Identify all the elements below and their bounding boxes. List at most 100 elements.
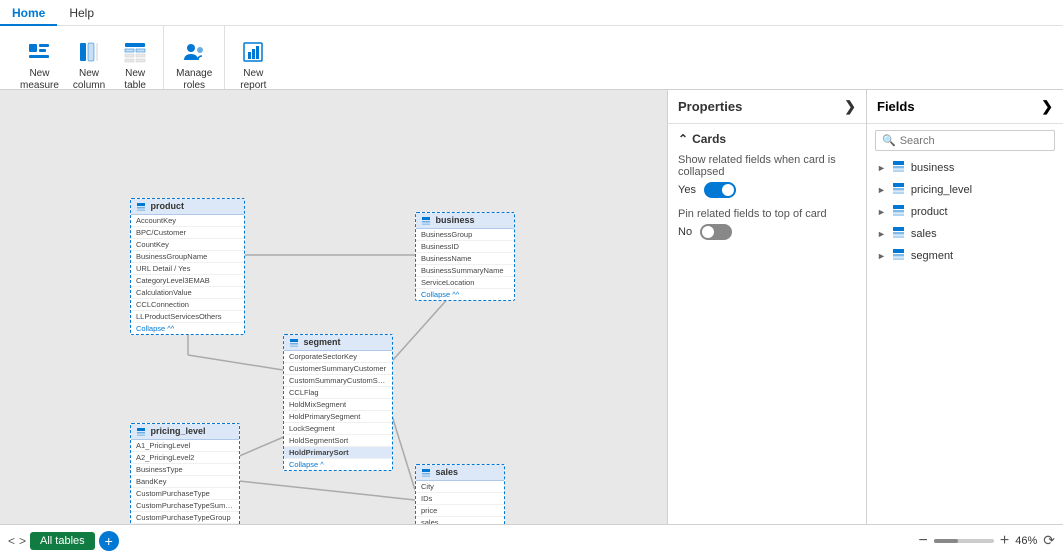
nav-tab-row: Home Help <box>0 0 1063 26</box>
tab-home[interactable]: Home <box>0 0 57 26</box>
table-row: CustomPurchaseTypeGroup <box>131 512 239 524</box>
field-item-business[interactable]: ► business <box>867 157 1063 179</box>
add-tab-button[interactable]: + <box>99 531 119 551</box>
table-row: BPC/Customer <box>131 227 244 239</box>
field-name-product: product <box>911 206 948 218</box>
field-item-product[interactable]: ► product <box>867 201 1063 223</box>
table-type-icon <box>892 226 905 242</box>
manage-roles-label: Manage roles <box>176 68 212 92</box>
table-row: CustomPurchaseTypeSummaryX <box>131 500 239 512</box>
canvas-area[interactable]: product AccountKey BPC/Customer CountKey… <box>0 90 667 524</box>
new-table-button[interactable]: New table <box>113 34 157 96</box>
table-row: price <box>416 505 504 517</box>
field-item-pricing-level[interactable]: ► pricing_level <box>867 179 1063 201</box>
new-column-label: New column <box>73 68 105 92</box>
search-icon: 🔍 <box>882 134 896 147</box>
table-row: City <box>416 481 504 493</box>
table-segment[interactable]: segment CorporateSectorKey CustomerSumma… <box>283 334 393 471</box>
table-pricing-level[interactable]: pricing_level A1_PricingLevel A2_Pricing… <box>130 423 240 524</box>
new-column-button[interactable]: New column <box>67 34 111 96</box>
zoom-reset-btn[interactable]: ⟳ <box>1043 532 1055 549</box>
manage-roles-button[interactable]: Manage roles <box>170 34 218 96</box>
toggle-no-label: No <box>678 226 692 238</box>
field-item-sales[interactable]: ► sales <box>867 223 1063 245</box>
table-row: LockSegment <box>284 423 392 435</box>
zoom-plus-btn[interactable]: + <box>1000 532 1009 550</box>
properties-section-title: ⌃ Cards <box>678 132 856 146</box>
table-row: BusinessGroupName <box>131 251 244 263</box>
table-row: CustomSummaryCustomSegment <box>284 375 392 387</box>
table-business[interactable]: business BusinessGroup BusinessID Busine… <box>415 212 515 301</box>
zoom-controls: − + 46% ⟳ <box>919 532 1055 550</box>
toolbar-reporting-section: New report Reporting <box>225 26 281 89</box>
all-tables-tab[interactable]: All tables <box>30 532 95 550</box>
table-row: ServiceLocation <box>416 277 514 289</box>
main-area: product AccountKey BPC/Customer CountKey… <box>0 90 1063 524</box>
table-product-footer[interactable]: Collapse ^^ <box>131 323 244 334</box>
cards-chevron-icon[interactable]: ⌃ <box>678 132 688 146</box>
table-row: HoldSegmentSort <box>284 435 392 447</box>
properties-panel-header: Properties ❯ <box>668 90 866 124</box>
new-report-button[interactable]: New report <box>231 34 275 96</box>
table-segment-footer[interactable]: Collapse ^ <box>284 459 392 470</box>
fields-search-box[interactable]: 🔍 <box>875 130 1055 151</box>
table-row: CustomPurchaseType <box>131 488 239 500</box>
search-input[interactable] <box>900 135 1048 147</box>
table-business-footer[interactable]: Collapse ^^ <box>416 289 514 300</box>
zoom-slider[interactable] <box>934 539 994 543</box>
calculations-group: New measure New column New table <box>14 34 157 96</box>
table-row: IDs <box>416 493 504 505</box>
table-sales[interactable]: sales City IDs price sales time Collapse… <box>415 464 505 524</box>
measure-icon <box>25 38 53 66</box>
table-row: CorporateSectorKey <box>284 351 392 363</box>
toggle-show-related-row: Yes <box>678 182 856 198</box>
table-icon <box>121 38 149 66</box>
toggle-show-related[interactable] <box>704 182 736 198</box>
table-segment-header: segment <box>284 335 392 351</box>
table-row: A2_PricingLevel2 <box>131 452 239 464</box>
field-name-business: business <box>911 162 954 174</box>
toggle-yes-label: Yes <box>678 184 696 196</box>
new-measure-button[interactable]: New measure <box>14 34 65 96</box>
zoom-percent-label: 46% <box>1015 535 1037 547</box>
table-row: CCLConnection <box>131 299 244 311</box>
table-row: CountKey <box>131 239 244 251</box>
chevron-right-icon: ► <box>877 163 886 173</box>
security-group: Manage roles <box>170 34 218 96</box>
new-report-label: New report <box>240 68 266 92</box>
zoom-minus-btn[interactable]: − <box>919 532 928 550</box>
table-type-icon <box>892 160 905 176</box>
properties-collapse-icon[interactable]: ❯ <box>844 98 856 115</box>
table-row: BusinessGroup <box>416 229 514 241</box>
table-row: LLProductServicesOthers <box>131 311 244 323</box>
field-name-segment: segment <box>911 250 953 262</box>
table-product[interactable]: product AccountKey BPC/Customer CountKey… <box>130 198 245 335</box>
properties-title: Properties <box>678 99 742 114</box>
field-name-pricing-level: pricing_level <box>911 184 972 196</box>
nav-next-btn[interactable]: > <box>19 534 26 548</box>
table-row: A1_PricingLevel <box>131 440 239 452</box>
toggle-pin-related[interactable] <box>700 224 732 240</box>
table-row: BusinessName <box>416 253 514 265</box>
table-pricing-level-header: pricing_level <box>131 424 239 440</box>
table-row: CCLFlag <box>284 387 392 399</box>
fields-panel: Fields ❯ 🔍 ► business ► pricing_level ► <box>867 90 1063 524</box>
table-product-header: product <box>131 199 244 215</box>
prop-pin-related-fields: Pin related fields to top of card No <box>678 208 856 240</box>
toolbar: New measure New column New table Calcula… <box>0 26 1063 90</box>
table-type-icon <box>892 248 905 264</box>
table-row: sales <box>416 517 504 524</box>
nav-prev-btn[interactable]: < <box>8 534 15 548</box>
field-name-sales: sales <box>911 228 937 240</box>
reporting-group: New report <box>231 34 275 96</box>
fields-collapse-icon[interactable]: ❯ <box>1041 98 1053 115</box>
tab-help[interactable]: Help <box>57 0 106 26</box>
table-row: HoldMixSegment <box>284 399 392 411</box>
new-measure-label: New measure <box>20 68 59 92</box>
table-row: CalculationValue <box>131 287 244 299</box>
table-row: CategoryLevel3EMAB <box>131 275 244 287</box>
fields-panel-header: Fields ❯ <box>867 90 1063 124</box>
toggle-pin-related-row: No <box>678 224 856 240</box>
field-item-segment[interactable]: ► segment <box>867 245 1063 267</box>
column-icon <box>75 38 103 66</box>
